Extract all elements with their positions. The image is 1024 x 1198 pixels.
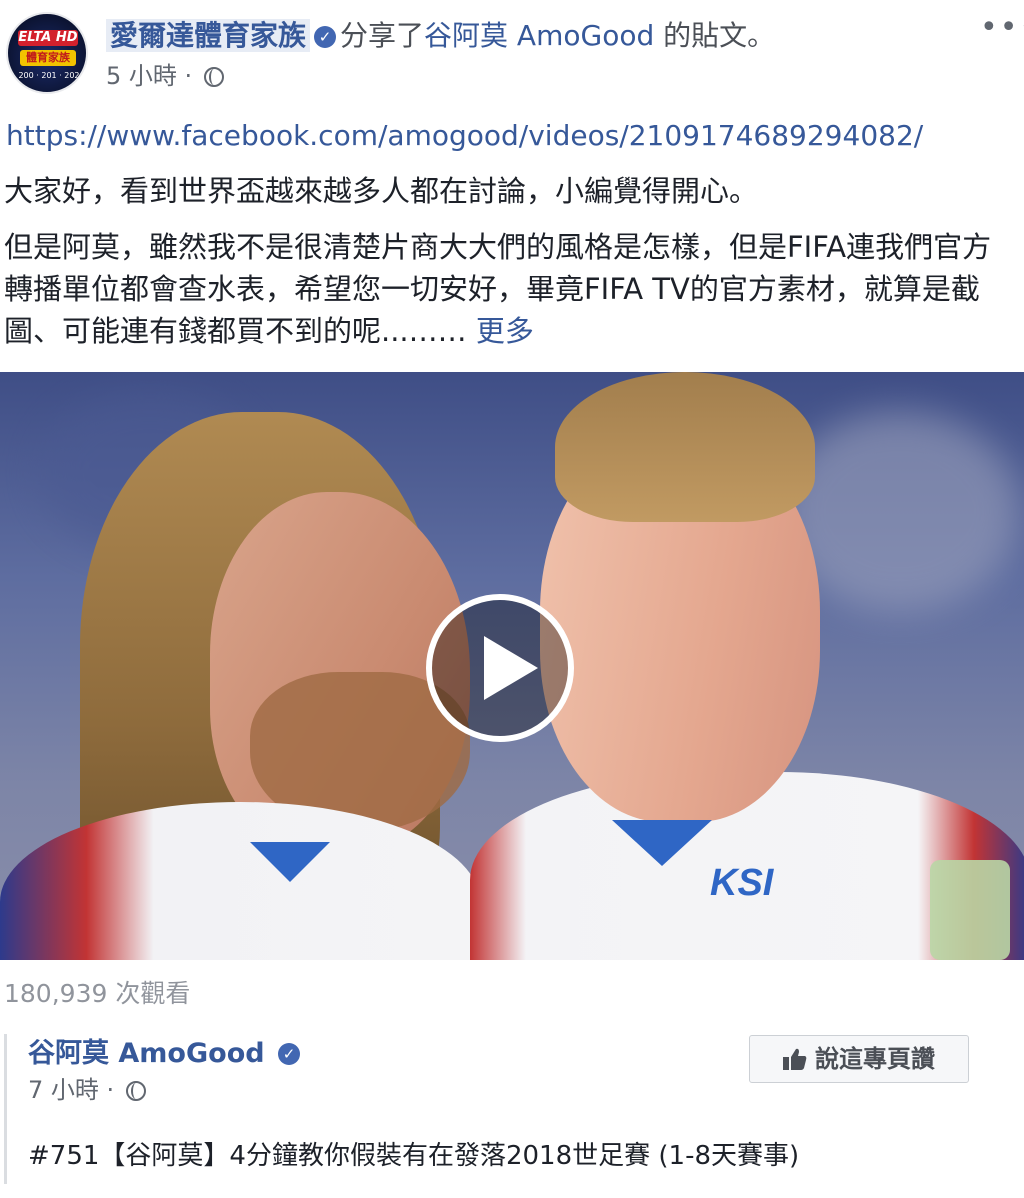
verified-badge-icon: ✓ [277, 1043, 300, 1065]
shared-page-link[interactable]: 谷阿莫 AmoGood [424, 19, 654, 52]
like-page-label: 說這專頁讚 [815, 1045, 935, 1073]
thumbs-up-icon [783, 1048, 807, 1070]
play-button-icon[interactable] [426, 594, 574, 742]
page-avatar[interactable]: ELTA HD 體育家族 200 · 201 · 202 [6, 12, 88, 94]
page-name-link[interactable]: 愛爾達體育家族 [106, 19, 311, 52]
timestamp-separator: · [184, 62, 193, 90]
shared-post-author-link[interactable]: 谷阿莫 AmoGood [28, 1038, 265, 1069]
avatar-logo-subtitle: 體育家族 [20, 50, 76, 66]
shared-video-title[interactable]: #751【谷阿莫】4分鐘教你假裝有在發落2018世足賽 (1-8天賽事) [28, 1136, 799, 1176]
post-header: 愛爾達體育家族 ✓ 分享了谷阿莫 AmoGood 的貼文。 [106, 14, 775, 58]
shared-text: 分享了 [340, 19, 425, 52]
post-paragraph-1: 大家好，看到世界盃越來越多人都在討論，小編覺得開心。 [4, 174, 759, 208]
avatar-logo-text: ELTA HD [18, 30, 78, 46]
shared-post-timestamp-row: 7 小時 · [28, 1072, 146, 1108]
verified-badge-icon: ✓ [314, 26, 337, 48]
globe-icon[interactable] [203, 67, 224, 87]
post-timestamp[interactable]: 5 小時 [106, 62, 177, 90]
globe-icon[interactable] [125, 1081, 146, 1101]
view-count: 180,939 次觀看 [4, 979, 191, 1008]
video-player[interactable]: KSI [0, 372, 1024, 960]
post-paragraph-2: 但是阿莫，雖然我不是很清楚片商大大們的風格是怎樣，但是FIFA連我們官方轉播單位… [4, 226, 1014, 352]
timestamp-separator: · [106, 1076, 115, 1104]
shared-post-timestamp[interactable]: 7 小時 [28, 1076, 99, 1104]
more-options-icon[interactable]: ••• [980, 13, 1024, 43]
post-suffix-text: 的貼文。 [654, 19, 776, 52]
shirt-logo: KSI [710, 862, 774, 904]
sleeve-badge [930, 860, 1010, 960]
post-video-link[interactable]: https://www.facebook.com/amogood/videos/… [6, 116, 923, 156]
like-page-button[interactable]: 說這專頁讚 [749, 1035, 969, 1083]
player-right-hair [555, 372, 815, 522]
shared-post-author: 谷阿莫 AmoGood ✓ [28, 1036, 304, 1072]
avatar-logo-channels: 200 · 201 · 202 [18, 71, 80, 80]
see-more-link[interactable]: 更多 [476, 314, 534, 348]
post-timestamp-row: 5 小時 · [106, 60, 224, 92]
